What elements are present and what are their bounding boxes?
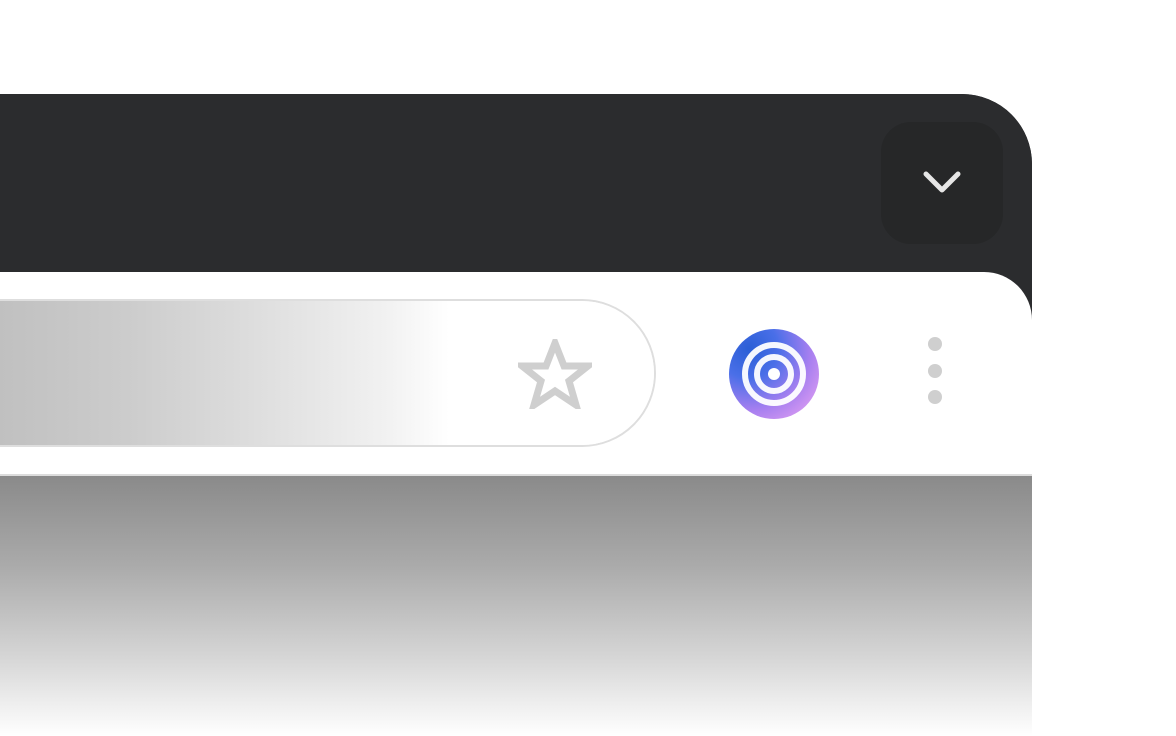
address-bar[interactable] (0, 299, 656, 447)
chevron-down-icon (923, 171, 961, 193)
toolbar (0, 272, 1032, 476)
screenshot-stage (0, 0, 1176, 736)
tab-search-button[interactable] (881, 122, 1003, 244)
kebab-dot (928, 364, 942, 378)
page-content-area (0, 476, 1032, 736)
browser-window (0, 94, 1032, 736)
assistant-swirl-icon[interactable] (729, 329, 819, 419)
assistant-rings (742, 342, 806, 406)
kebab-dot (928, 390, 942, 404)
star-outline-icon[interactable] (518, 339, 592, 409)
kebab-dot (928, 337, 942, 351)
tab-strip (0, 94, 1032, 272)
more-vertical-icon[interactable] (918, 337, 950, 411)
